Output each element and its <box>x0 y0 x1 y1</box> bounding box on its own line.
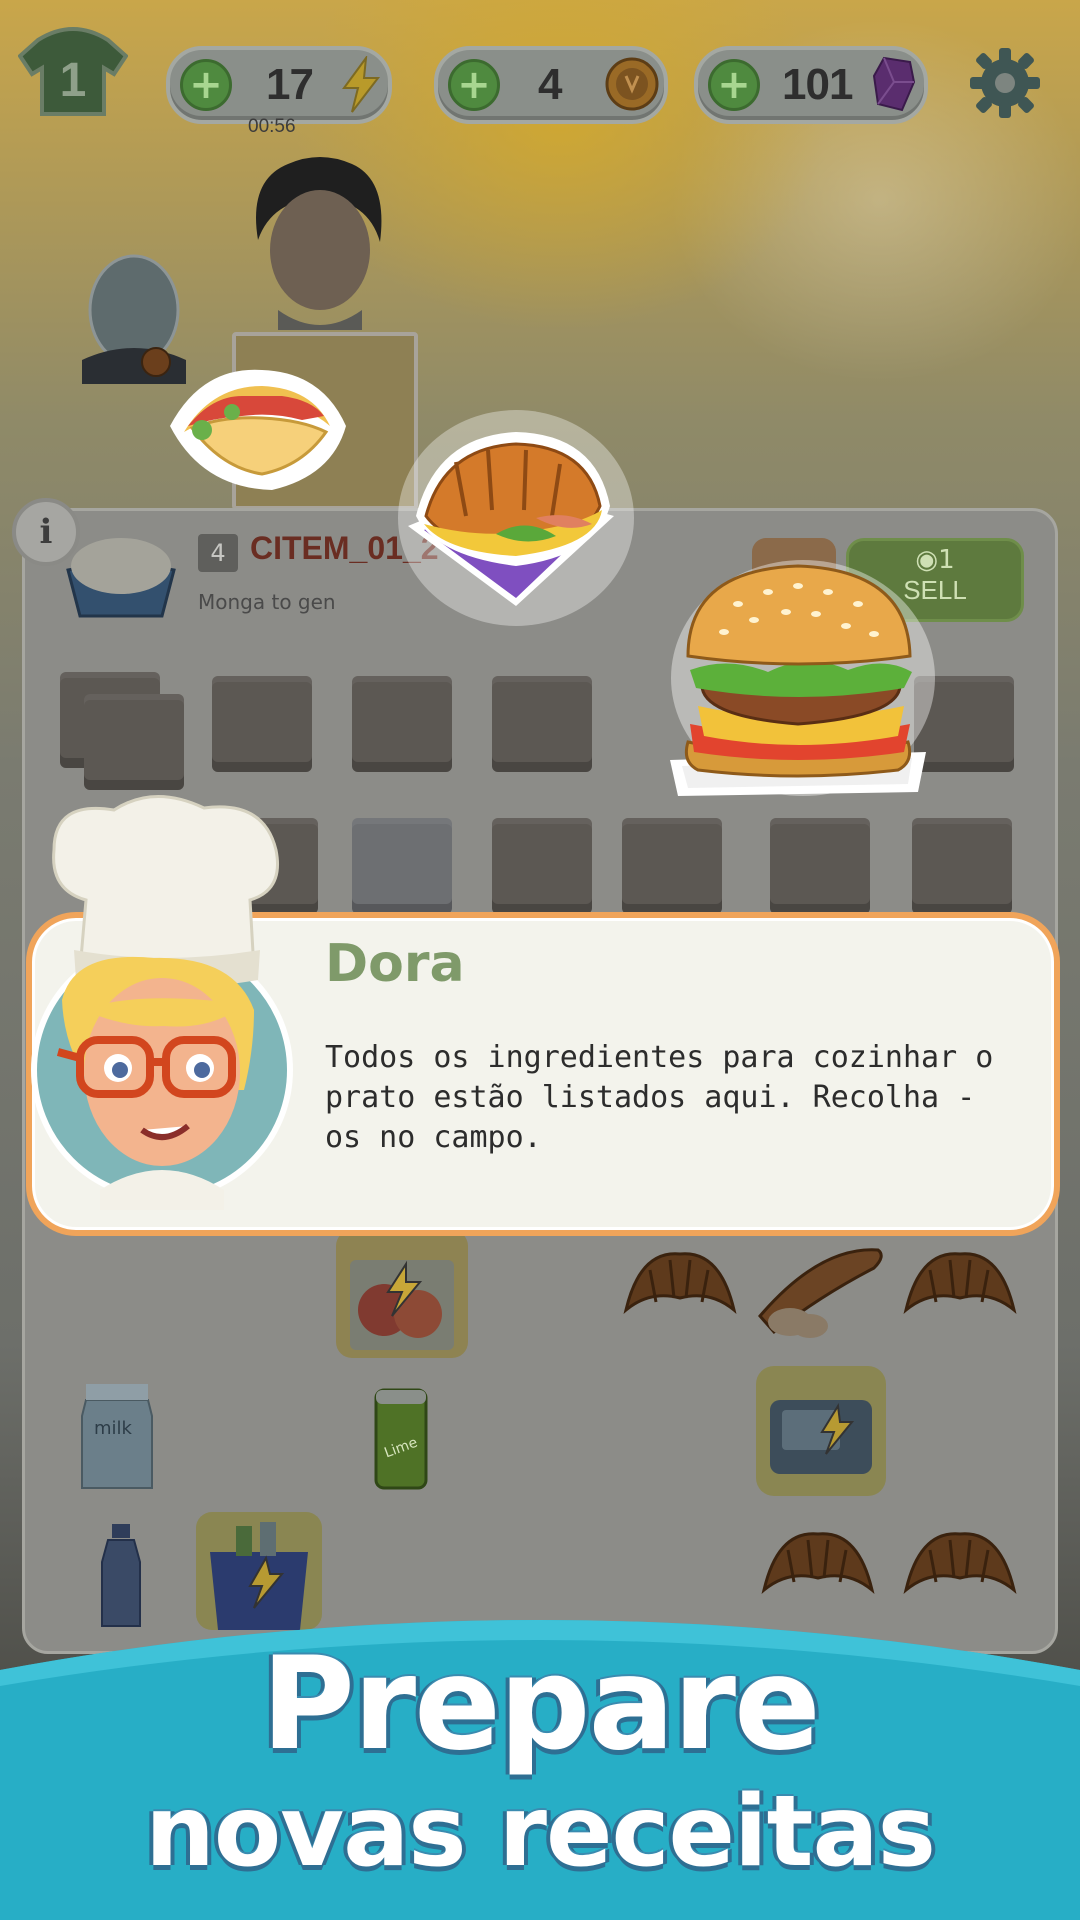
baguette-icon[interactable] <box>750 1236 890 1346</box>
milk-carton-icon[interactable]: milk <box>62 1380 172 1492</box>
gems-counter: + 101 <box>694 46 928 124</box>
coins-counter: + 4 <box>434 46 668 124</box>
customer-avatar <box>256 157 382 330</box>
gem-icon <box>872 56 916 112</box>
item-level-badge: 4 <box>198 534 238 572</box>
locked-crate[interactable] <box>352 818 452 914</box>
grocery-bag-generator-icon[interactable] <box>336 1230 468 1358</box>
speaker-name: Dora <box>325 934 465 994</box>
lightning-icon <box>342 56 381 113</box>
locked-crate[interactable] <box>770 818 870 914</box>
chef-level-icon[interactable]: 1 <box>18 22 128 120</box>
locked-crate[interactable] <box>912 818 1012 914</box>
milk-label: milk <box>94 1418 132 1439</box>
selected-item-icon <box>66 538 176 618</box>
settings-gear-icon[interactable] <box>968 46 1042 120</box>
add-coins-button[interactable]: + <box>448 59 500 111</box>
banner-subheadline: novas receitas <box>145 1775 936 1889</box>
gems-value: 101 <box>782 60 853 109</box>
croissant-icon[interactable] <box>620 1240 740 1340</box>
add-gems-button[interactable]: + <box>708 59 760 111</box>
locked-crate[interactable] <box>352 676 452 772</box>
locked-crate[interactable] <box>492 818 592 914</box>
energy-timer: 00:56 <box>248 116 296 137</box>
energy-value: 17 <box>266 60 314 109</box>
soda-can-icon[interactable]: Lime <box>370 1384 432 1492</box>
burger-icon <box>670 560 935 796</box>
locked-crate[interactable] <box>212 676 312 772</box>
coin-icon <box>605 57 659 111</box>
top-bar: 1 + 17 00:56 + 4 + 101 <box>0 0 1080 150</box>
croissant-icon[interactable] <box>900 1240 1020 1340</box>
locked-crate[interactable] <box>492 676 592 772</box>
locked-crate[interactable] <box>622 818 722 914</box>
toaster-generator-icon[interactable] <box>756 1366 886 1496</box>
sell-price: 1 <box>938 545 955 575</box>
locked-crate[interactable] <box>84 694 184 790</box>
item-description: Monga to gen <box>198 590 336 614</box>
coins-value: 4 <box>538 60 563 109</box>
dialog-text: Todos os ingredientes para cozinhar o pr… <box>325 1040 994 1155</box>
add-energy-button[interactable]: + <box>180 59 232 111</box>
banner-headline: Prepare <box>261 1630 821 1779</box>
level-number: 1 <box>60 54 87 107</box>
taco-icon <box>170 369 346 490</box>
chef-dora-avatar <box>31 795 293 1210</box>
energy-counter: + 17 <box>166 46 392 124</box>
croissant-sandwich-icon <box>398 410 634 626</box>
